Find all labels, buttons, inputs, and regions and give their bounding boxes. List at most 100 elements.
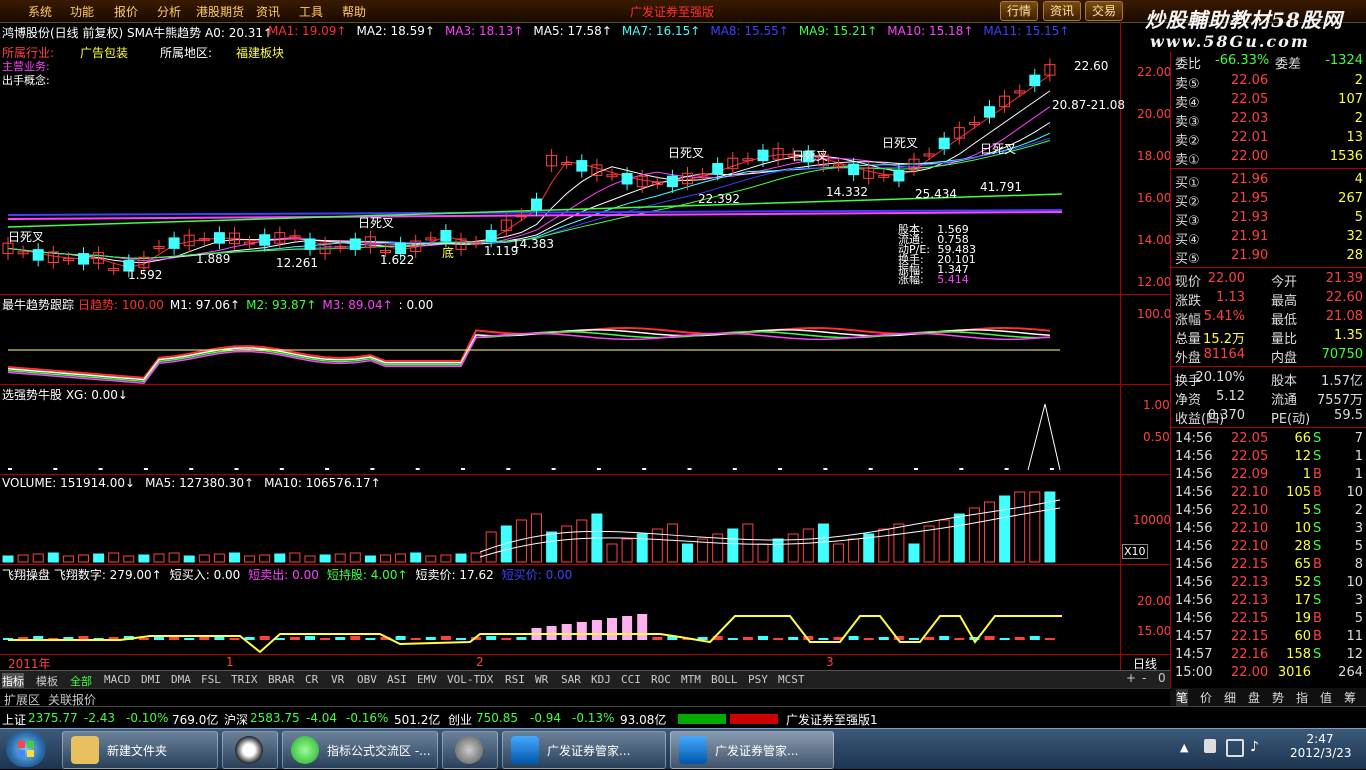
tab-sar[interactable]: SAR bbox=[561, 673, 581, 686]
tab-kdj[interactable]: KDJ bbox=[591, 673, 611, 686]
zoom-in-icon[interactable]: + bbox=[1126, 671, 1136, 685]
btn-news[interactable]: 资讯 bbox=[1043, 1, 1082, 21]
tray-volume-icon[interactable]: ♪ bbox=[1250, 739, 1259, 755]
menu-help[interactable]: 帮助 bbox=[342, 3, 366, 20]
task-ie[interactable]: 指标公式交流区 -... bbox=[282, 731, 438, 769]
quote-cell: 107 bbox=[1338, 92, 1363, 107]
tab-roc[interactable]: ROC bbox=[651, 673, 671, 686]
chart-area[interactable]: 鸿博股份(日线 前复权) SMA牛熊趋势 A0: 20.31↑ MA1: 19.… bbox=[0, 22, 1172, 686]
menu-news[interactable]: 资讯 bbox=[256, 3, 280, 20]
quote-cell: 1 bbox=[1354, 467, 1363, 482]
quote-cell: 5 bbox=[1302, 503, 1311, 518]
task-folder[interactable]: 新建文件夹 bbox=[62, 731, 218, 769]
tray-network-icon[interactable] bbox=[1226, 739, 1244, 757]
right-tab[interactable]: 筹 bbox=[1344, 689, 1356, 706]
window-title: 广发证券至强版 bbox=[630, 5, 715, 19]
tray-usb-icon[interactable] bbox=[1204, 739, 1216, 753]
right-tab[interactable]: 盘 bbox=[1248, 689, 1260, 706]
quote-cell: 22.03 bbox=[1231, 111, 1269, 126]
tab-emv[interactable]: EMV bbox=[417, 673, 437, 686]
right-tab[interactable]: 值 bbox=[1320, 689, 1332, 706]
index-bar: 上证 2375.77 -2.43 -0.10% 769.0亿 沪深 2583.7… bbox=[0, 706, 1366, 729]
tab-dmi[interactable]: DMI bbox=[141, 673, 161, 686]
quote-cell: 14:56 bbox=[1175, 521, 1213, 536]
right-tab[interactable]: 细 bbox=[1224, 689, 1236, 706]
menu-function[interactable]: 功能 bbox=[70, 3, 94, 20]
quote-cell: 5.12 bbox=[1216, 389, 1245, 404]
tab-fsl[interactable]: FSL bbox=[201, 673, 221, 686]
quote-cell: S bbox=[1313, 539, 1322, 554]
menu-hk-futures[interactable]: 港股期货 bbox=[196, 3, 244, 20]
right-tab[interactable]: 笔 bbox=[1176, 689, 1189, 706]
volume-bar bbox=[817, 523, 829, 563]
tab-vr[interactable]: VR bbox=[331, 673, 344, 686]
candle bbox=[259, 234, 271, 246]
signal-mark bbox=[279, 468, 284, 470]
y-tick: 100.0 bbox=[1137, 307, 1172, 321]
quote-cell: -66.33% bbox=[1215, 53, 1270, 68]
tray-expand-icon[interactable]: ▲ bbox=[1180, 741, 1188, 754]
quote-cell: 65 bbox=[1294, 557, 1311, 572]
tab-brar[interactable]: BRAR bbox=[268, 673, 295, 686]
quote-cell: 22.13 bbox=[1231, 593, 1269, 608]
volume-bar bbox=[229, 552, 240, 563]
quote-cell: 21.95 bbox=[1231, 191, 1269, 206]
quote-cell: 21.08 bbox=[1325, 309, 1363, 324]
annotation: 1.889 bbox=[196, 252, 231, 266]
menu-system[interactable]: 系统 bbox=[28, 3, 52, 20]
signal-bar bbox=[365, 638, 376, 640]
task-qq[interactable] bbox=[222, 731, 278, 769]
quote-cell: 卖③ bbox=[1175, 115, 1200, 130]
right-tab[interactable]: 势 bbox=[1272, 689, 1284, 706]
volume-bar bbox=[289, 552, 301, 563]
quote-row: 卖④ 22.05 107 bbox=[1171, 91, 1366, 111]
indicator-tabbar: 指标 模板 全部 MACD DMI DMA FSL TRIX BRAR CR VR OBV ASI EMV… bbox=[0, 670, 1170, 689]
clock[interactable]: 2:47 2012/3/23 bbox=[1290, 732, 1352, 760]
right-tab[interactable]: 指 bbox=[1296, 689, 1308, 706]
signal-bar bbox=[1044, 638, 1055, 640]
tab-wr[interactable]: WR bbox=[535, 673, 548, 686]
tab-vol-tdx[interactable]: VOL-TDX bbox=[447, 673, 493, 686]
task-gf2[interactable]: 广发证券管家... bbox=[670, 731, 834, 769]
quote-cell: 10 bbox=[1294, 521, 1311, 536]
tab-mcst[interactable]: MCST bbox=[778, 673, 805, 686]
tab-指标[interactable]: 指标 bbox=[2, 673, 24, 689]
quote-row: 14:56 22.05 66 S 7 bbox=[1171, 430, 1366, 448]
quote-cell: 66 bbox=[1294, 431, 1311, 446]
signal-bar bbox=[652, 637, 663, 640]
market-breadth-bar bbox=[678, 713, 778, 724]
tab-mtm[interactable]: MTM bbox=[681, 673, 701, 686]
tab-psy[interactable]: PSY bbox=[748, 673, 768, 686]
menu-analysis[interactable]: 分析 bbox=[157, 3, 181, 20]
task-media[interactable] bbox=[442, 731, 498, 769]
quote-cell: B bbox=[1313, 467, 1322, 482]
tab-obv[interactable]: OBV bbox=[357, 673, 377, 686]
signal-bar bbox=[229, 638, 240, 640]
tab-模板[interactable]: 模板 bbox=[36, 673, 58, 689]
signal-bar bbox=[395, 636, 406, 640]
zoom-out-icon[interactable]: - bbox=[1142, 671, 1146, 685]
start-button[interactable] bbox=[6, 731, 46, 767]
volume-unit: X10 bbox=[1122, 544, 1148, 559]
menu-tools[interactable]: 工具 bbox=[299, 3, 323, 20]
candle bbox=[576, 160, 588, 172]
tab-全部[interactable]: 全部 bbox=[70, 673, 92, 689]
reset-icon[interactable]: 0 bbox=[1158, 671, 1166, 685]
tab-rsi[interactable]: RSI bbox=[505, 673, 525, 686]
volume-bar bbox=[470, 552, 482, 563]
tab-cr[interactable]: CR bbox=[305, 673, 318, 686]
volume-bar bbox=[440, 554, 452, 563]
quote-row: 14:57 22.15 60 B 11 bbox=[1171, 628, 1366, 646]
btn-quotes[interactable]: 行情 bbox=[1000, 1, 1039, 21]
right-tab[interactable]: 价 bbox=[1200, 689, 1212, 706]
btn-trade[interactable]: 交易 bbox=[1085, 1, 1124, 21]
menu-quote[interactable]: 报价 bbox=[114, 3, 138, 20]
tab-trix[interactable]: TRIX bbox=[231, 673, 258, 686]
tab-macd[interactable]: MACD bbox=[104, 673, 131, 686]
candle bbox=[304, 238, 316, 250]
tab-dma[interactable]: DMA bbox=[171, 673, 191, 686]
task-gf1[interactable]: 广发证券管家... bbox=[502, 731, 666, 769]
tab-boll[interactable]: BOLL bbox=[711, 673, 738, 686]
tab-asi[interactable]: ASI bbox=[387, 673, 407, 686]
tab-cci[interactable]: CCI bbox=[621, 673, 641, 686]
